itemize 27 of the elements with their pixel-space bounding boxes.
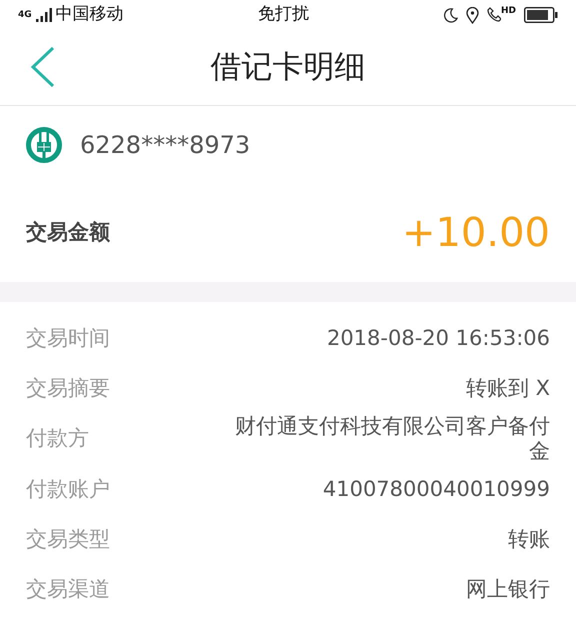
bank-logo-icon (26, 127, 62, 163)
detail-label: 交易类型 (26, 526, 110, 553)
detail-label: 付款方 (26, 425, 89, 452)
detail-label: 交易时间 (26, 325, 110, 352)
detail-label: 交易摘要 (26, 375, 110, 402)
detail-value: 网上银行 (466, 576, 550, 602)
amount-label: 交易金额 (26, 219, 110, 246)
phone-icon (486, 7, 501, 23)
detail-value: 转账到 X (466, 376, 550, 402)
battery-icon (524, 7, 558, 23)
page-title: 借记卡明细 (210, 48, 366, 88)
status-mode: 免打扰 (258, 3, 309, 26)
card-number: 6228****8973 (80, 130, 250, 161)
signal-icon (36, 7, 52, 23)
back-icon[interactable] (30, 46, 56, 88)
carrier-name: 中国移动 (56, 3, 124, 26)
detail-value: 财付通支付科技有限公司客户备付金 (234, 414, 550, 464)
detail-value: 2018-08-20 16:53:06 (326, 326, 550, 352)
detail-label: 交易渠道 (26, 576, 110, 603)
moon-icon (442, 8, 458, 22)
hd-label: HD (500, 7, 516, 16)
location-icon (466, 6, 479, 24)
detail-value: 转账 (508, 526, 550, 552)
amount-value: +10.00 (402, 209, 550, 258)
detail-label: 付款账户 (26, 476, 110, 503)
network-type: 4G (18, 10, 32, 20)
detail-value: 41007800040010999 (322, 476, 550, 502)
